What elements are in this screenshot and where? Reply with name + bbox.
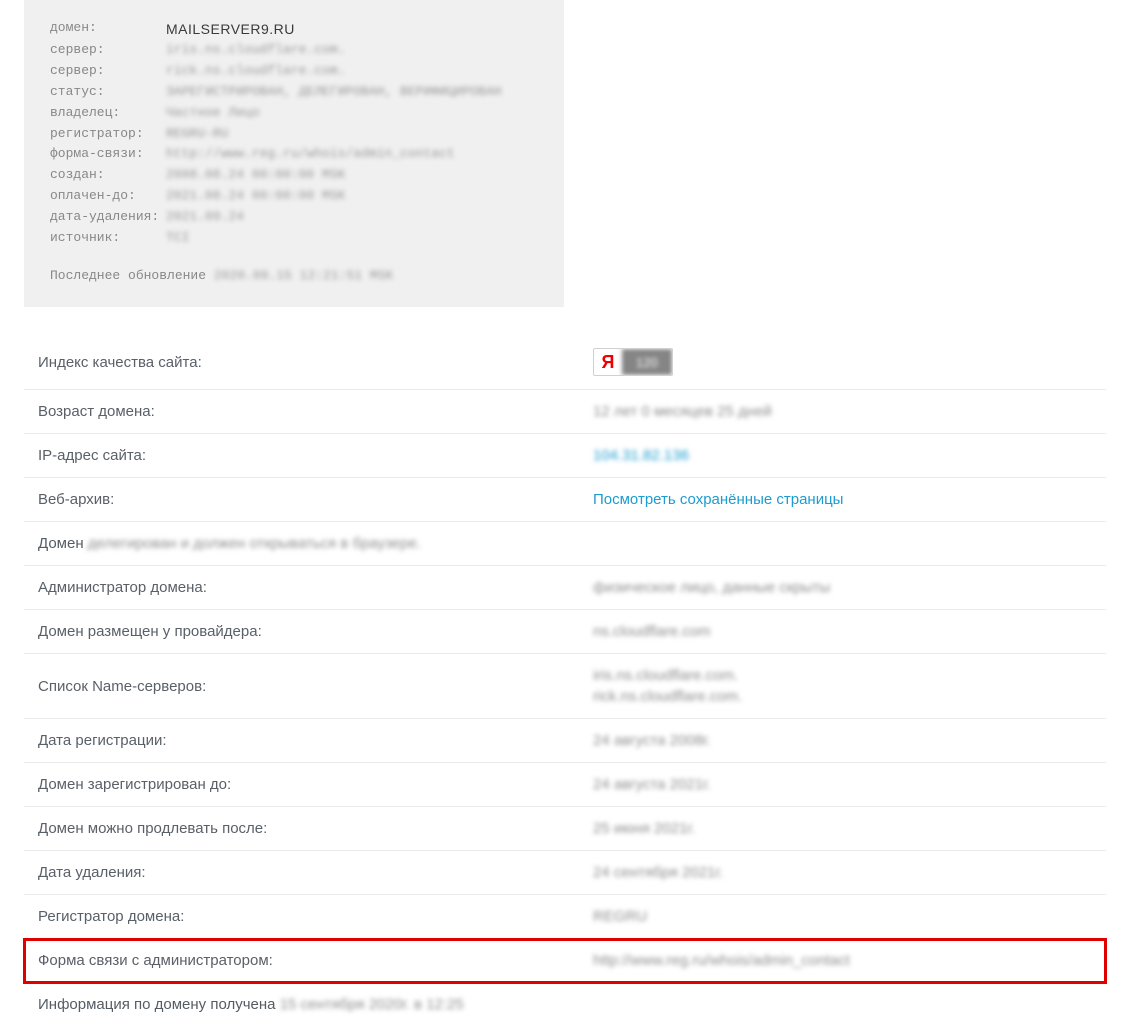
info-value-link[interactable]: Посмотреть сохранённые страницы (593, 491, 843, 508)
info-row: Форма связи с администратором:http://www… (24, 939, 1106, 983)
whois-label: владелец: (50, 103, 166, 124)
whois-footer-value: 2020.09.15 12:21:51 MSK (214, 268, 393, 283)
info-label: Дата регистрации: (38, 732, 593, 749)
whois-row: сервер:iris.ns.cloudflare.com. (50, 40, 538, 61)
info-row: Возраст домена:12 лет 0 месяцев 25 дней (24, 390, 1106, 434)
info-row: Список Name-серверов:iris.ns.cloudflare.… (24, 654, 1106, 719)
whois-label: сервер: (50, 40, 166, 61)
whois-label: статус: (50, 82, 166, 103)
whois-row: регистратор:REGRU-RU (50, 124, 538, 145)
info-value: 25 июня 2021г. (593, 820, 695, 837)
info-label: Регистратор домена: (38, 908, 593, 925)
info-row: Домен зарегистрирован до:24 августа 2021… (24, 763, 1106, 807)
info-row: Информация по домену получена 15 сентябр… (24, 983, 1106, 1026)
whois-label: регистратор: (50, 124, 166, 145)
info-label: Список Name-серверов: (38, 678, 593, 695)
info-row: IP-адрес сайта:104.31.82.136 (24, 434, 1106, 478)
info-label: Домен размещен у провайдера: (38, 623, 593, 640)
whois-value: TCI (166, 228, 189, 249)
whois-footer: Последнее обновление 2020.09.15 12:21:51… (50, 266, 538, 287)
whois-label: домен: (50, 18, 166, 40)
info-row: Домен можно продлевать после:25 июня 202… (24, 807, 1106, 851)
info-value: 24 августа 2008г. (593, 732, 711, 749)
info-value: http://www.reg.ru/whois/admin_contact (593, 952, 850, 969)
info-fullrow-label: Домен делегирован и должен открываться в… (38, 535, 421, 552)
info-label: Домен можно продлевать после: (38, 820, 593, 837)
yandex-quality-badge[interactable]: Я120 (593, 348, 673, 376)
whois-value: iris.ns.cloudflare.com. (166, 40, 345, 61)
info-value: REGRU (593, 908, 647, 925)
whois-label: дата-удаления: (50, 207, 166, 228)
whois-footer-label: Последнее обновление (50, 268, 214, 283)
whois-row: владелец:Частное Лицо (50, 103, 538, 124)
info-value: 24 сентября 2021г. (593, 864, 723, 881)
whois-label: источник: (50, 228, 166, 249)
whois-row: создан:2008.08.24 00:00:00 MSK (50, 165, 538, 186)
info-value: ns.cloudflare.com (593, 623, 711, 640)
whois-value: http://www.reg.ru/whois/admin_contact (166, 144, 455, 165)
info-label: Возраст домена: (38, 403, 593, 420)
info-value: 24 августа 2021г. (593, 776, 711, 793)
info-value: физическое лицо, данные скрыты (593, 579, 830, 596)
info-label: Домен зарегистрирован до: (38, 776, 593, 793)
info-row: Дата удаления:24 сентября 2021г. (24, 851, 1106, 895)
info-row: Регистратор домена:REGRU (24, 895, 1106, 939)
whois-label: создан: (50, 165, 166, 186)
yandex-letter-icon: Я (594, 349, 622, 375)
info-row: Дата регистрации:24 августа 2008г. (24, 719, 1106, 763)
info-fullrow-value: 15 сентября 2020г. в 12:25 (280, 996, 464, 1013)
info-label: Дата удаления: (38, 864, 593, 881)
info-label: Форма связи с администратором: (38, 952, 593, 969)
whois-row: статус:ЗАРЕГИСТРИРОВАН, ДЕЛЕГИРОВАН, ВЕР… (50, 82, 538, 103)
whois-row: источник:TCI (50, 228, 538, 249)
info-value: iris.ns.cloudflare.com.rick.ns.cloudflar… (593, 667, 742, 705)
info-row: Администратор домена:физическое лицо, да… (24, 566, 1106, 610)
whois-row: домен:MAILSERVER9.RU (50, 18, 538, 40)
whois-row: сервер:rick.ns.cloudflare.com. (50, 61, 538, 82)
whois-value: 2021.08.24 00:00:00 MSK (166, 186, 345, 207)
info-label: Индекс качества сайта: (38, 354, 593, 371)
info-label: Веб-архив: (38, 491, 593, 508)
whois-row: оплачен-до:2021.08.24 00:00:00 MSK (50, 186, 538, 207)
whois-row: форма-связи:http://www.reg.ru/whois/admi… (50, 144, 538, 165)
info-label: Администратор домена: (38, 579, 593, 596)
info-value: 12 лет 0 месяцев 25 дней (593, 403, 772, 420)
whois-box: домен:MAILSERVER9.RUсервер:iris.ns.cloud… (24, 0, 564, 307)
whois-label: сервер: (50, 61, 166, 82)
info-row: Домен делегирован и должен открываться в… (24, 522, 1106, 566)
yandex-score: 120 (622, 349, 672, 375)
info-table: Индекс качества сайта:Я120Возраст домена… (24, 335, 1106, 1026)
whois-value: Частное Лицо (166, 103, 260, 124)
whois-domain-value: MAILSERVER9.RU (166, 18, 295, 40)
info-fullrow-value: делегирован и должен открываться в брауз… (88, 535, 421, 552)
whois-value: rick.ns.cloudflare.com. (166, 61, 345, 82)
whois-label: форма-связи: (50, 144, 166, 165)
info-row: Индекс качества сайта:Я120 (24, 335, 1106, 390)
info-row: Веб-архив:Посмотреть сохранённые страниц… (24, 478, 1106, 522)
whois-value: REGRU-RU (166, 124, 228, 145)
info-label: IP-адрес сайта: (38, 447, 593, 464)
whois-row: дата-удаления:2021.09.24 (50, 207, 538, 228)
whois-value: 2008.08.24 00:00:00 MSK (166, 165, 345, 186)
whois-value: ЗАРЕГИСТРИРОВАН, ДЕЛЕГИРОВАН, ВЕРИФИЦИРО… (166, 82, 501, 103)
info-value-link[interactable]: 104.31.82.136 (593, 447, 689, 464)
whois-value: 2021.09.24 (166, 207, 244, 228)
info-fullrow-label: Информация по домену получена 15 сентябр… (38, 996, 464, 1013)
info-row: Домен размещен у провайдера:ns.cloudflar… (24, 610, 1106, 654)
whois-label: оплачен-до: (50, 186, 166, 207)
